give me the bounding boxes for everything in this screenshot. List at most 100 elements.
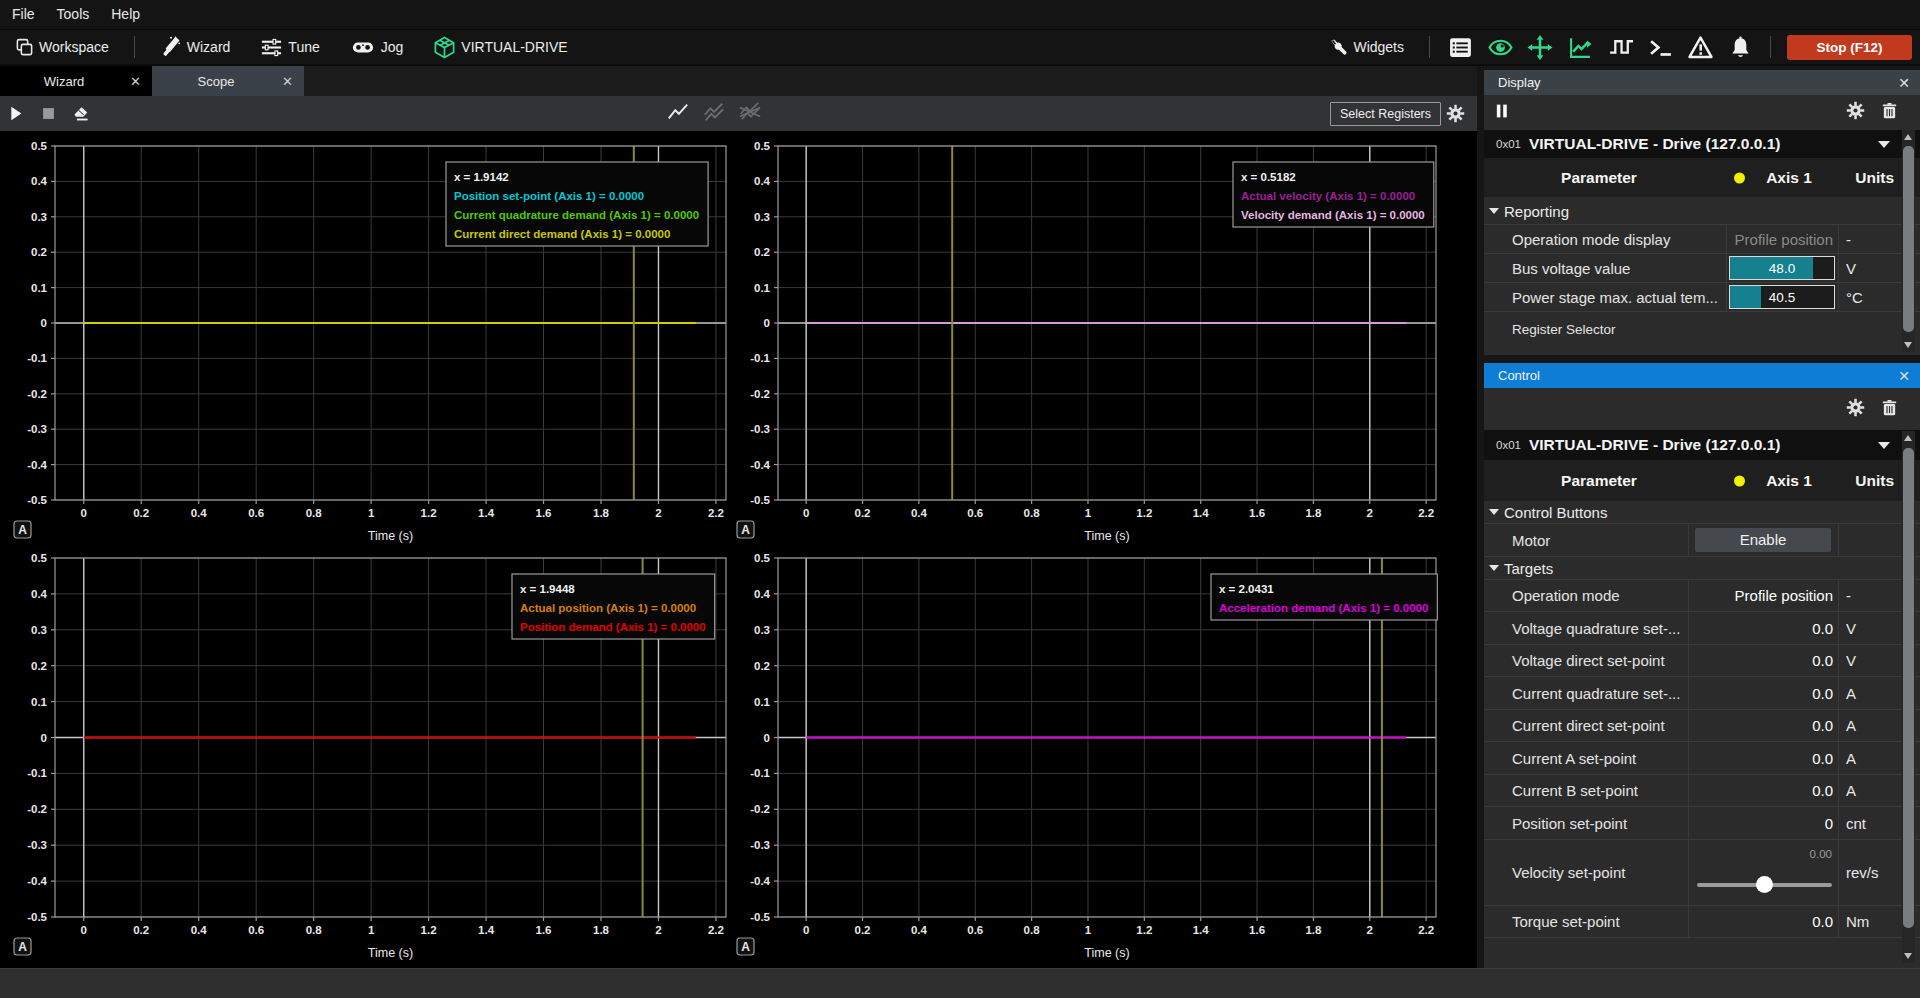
x-tick-label: 2 — [655, 507, 661, 519]
panel-trash-button[interactable] — [1881, 101, 1898, 124]
row-value[interactable]: 0.0 — [1812, 684, 1833, 701]
x-tick-label: 2.2 — [1418, 507, 1434, 519]
scrollbar-down-arrow[interactable] — [1904, 953, 1912, 959]
menu-item-file[interactable]: File — [1, 0, 46, 29]
scrollbar-up-arrow[interactable] — [1904, 134, 1912, 140]
value-bar: 48.0 — [1729, 256, 1835, 280]
scope-mode-double-curve-icon[interactable] — [702, 101, 726, 127]
toolbar-divider — [1429, 36, 1430, 58]
collapse-caret-icon[interactable] — [1489, 509, 1499, 515]
plot-tooltip: x = 0.5182Actual velocity (Axis 1) = 0.0… — [1233, 162, 1434, 227]
toolbar-button-terminal-icon[interactable] — [1640, 30, 1680, 64]
y-tick-label: -0.4 — [27, 875, 47, 887]
autoscale-button[interactable]: A — [737, 521, 754, 538]
toolbar-item-tune[interactable]: Tune — [245, 30, 334, 64]
column-divider — [1838, 580, 1839, 612]
tooltip-line: Position set-point (Axis 1) = 0.0000 — [454, 190, 644, 202]
toolbar-button-table-list-icon[interactable] — [1440, 30, 1480, 64]
row-value[interactable]: 0.0 — [1812, 717, 1833, 734]
row-value[interactable]: 0.0 — [1812, 782, 1833, 799]
device-id: 0x01 — [1496, 439, 1521, 451]
toolbar-item-widgets[interactable]: Widgets — [1314, 30, 1419, 64]
row-value[interactable]: 0.0 — [1812, 652, 1833, 669]
slider-track[interactable] — [1697, 883, 1832, 887]
panel-scrollbar[interactable] — [1902, 431, 1915, 963]
device-selector[interactable]: 0x01VIRTUAL-DRIVE - Drive (127.0.0.1) — [1484, 130, 1920, 158]
trash-icon — [1881, 101, 1898, 120]
x-tick-label: 1.6 — [536, 507, 552, 519]
y-tick-label: 0.4 — [31, 588, 48, 600]
toolbar-item-wizard[interactable]: Wizard — [145, 30, 246, 64]
x-tick-label: 0.8 — [1024, 507, 1041, 519]
y-tick-label: 0.3 — [754, 211, 770, 223]
tab-wizard[interactable]: Wizard✕ — [0, 66, 152, 96]
value-bar-text: 40.5 — [1730, 286, 1834, 308]
autoscale-button[interactable]: A — [14, 521, 31, 538]
scope-settings-gear-icon[interactable] — [1439, 96, 1471, 131]
row-label[interactable]: Register Selector — [1512, 322, 1616, 337]
toolbar-button-chart-line-icon[interactable] — [1560, 30, 1600, 64]
x-tick-label: 1.8 — [593, 507, 610, 519]
value-bar-text: 48.0 — [1730, 257, 1834, 279]
enable-button[interactable]: Enable — [1695, 528, 1831, 552]
column-divider — [1688, 580, 1689, 612]
tab-scope[interactable]: Scope✕ — [152, 66, 304, 96]
scrollbar-thumb[interactable] — [1903, 448, 1914, 928]
x-tick-label: 1 — [368, 507, 375, 519]
x-tick-label: 0.8 — [306, 507, 323, 519]
x-tick-label: 0.6 — [248, 924, 264, 936]
toolbar-item-workspace[interactable]: Workspace — [0, 30, 124, 64]
column-divider — [1838, 612, 1839, 644]
scope-mode-single-curve-icon[interactable] — [666, 101, 690, 127]
slider-knob[interactable] — [1756, 876, 1773, 893]
scope-play-button[interactable] — [0, 96, 32, 131]
panel-close-icon[interactable]: ✕ — [1898, 369, 1910, 383]
collapse-caret-icon[interactable] — [1489, 208, 1499, 214]
row-value[interactable]: 0.0 — [1812, 913, 1833, 930]
panel-trash-button[interactable] — [1881, 398, 1898, 421]
scope-clear-button[interactable] — [64, 96, 96, 131]
plot-tooltip: x = 2.0431Acceleration demand (Axis 1) =… — [1211, 574, 1437, 620]
row-current-b-set-point: Current B set-pointA0.0 — [1484, 775, 1920, 808]
tooltip-line: Current direct demand (Axis 1) = 0.0000 — [454, 228, 670, 240]
scope-mode-multi-curve-icon[interactable] — [738, 101, 762, 127]
scrollbar-thumb[interactable] — [1903, 146, 1914, 332]
trash-icon — [1881, 398, 1898, 417]
scope-stop-button[interactable] — [32, 96, 64, 131]
toolbar-button-square-wave-icon[interactable] — [1600, 30, 1640, 64]
scrollbar-up-arrow[interactable] — [1904, 435, 1912, 441]
collapse-caret-icon[interactable] — [1489, 565, 1499, 571]
row-value[interactable]: 0.0 — [1812, 749, 1833, 766]
menu-item-tools[interactable]: Tools — [46, 0, 101, 29]
y-tick-label: 0 — [764, 317, 770, 329]
toolbar-item-jog[interactable]: Jog — [335, 30, 419, 64]
menu-item-help[interactable]: Help — [100, 0, 151, 29]
row-label: Torque set-point — [1512, 913, 1620, 930]
toolbar-button-eye-icon[interactable] — [1480, 30, 1520, 64]
autoscale-button[interactable]: A — [14, 938, 31, 955]
toolbar-button-bell-icon[interactable] — [1720, 30, 1760, 64]
tab-close-icon[interactable]: ✕ — [282, 74, 293, 89]
tab-close-icon[interactable]: ✕ — [130, 74, 141, 89]
stop-button[interactable]: Stop (F12) — [1787, 35, 1912, 60]
autoscale-button[interactable]: A — [737, 938, 754, 955]
toolbar-button-warning-icon[interactable] — [1680, 30, 1720, 64]
toolbar-item-virtual-drive[interactable]: VIRTUAL-DRIVE — [418, 30, 582, 64]
panel-pause-button[interactable] — [1494, 102, 1511, 124]
row-value[interactable]: 0 — [1825, 814, 1833, 831]
x-tick-label: 0 — [803, 507, 809, 519]
panel-close-icon[interactable]: ✕ — [1898, 76, 1910, 90]
row-value[interactable]: 0.0 — [1812, 619, 1833, 636]
panel-scrollbar[interactable] — [1902, 130, 1915, 352]
panel-gear-button[interactable] — [1846, 101, 1865, 124]
toolbar-button-move-arrows-icon[interactable] — [1520, 30, 1560, 64]
device-name: VIRTUAL-DRIVE - Drive (127.0.0.1) — [1529, 436, 1781, 454]
device-selector[interactable]: 0x01 VIRTUAL-DRIVE - Drive (127.0.0.1) — [1484, 430, 1920, 460]
y-tick-label: 0.3 — [754, 624, 770, 636]
select-registers-button[interactable]: Select Registers — [1330, 102, 1441, 126]
panel-toolbar — [1484, 95, 1920, 130]
scrollbar-down-arrow[interactable] — [1904, 342, 1912, 348]
x-tick-label: 0.6 — [248, 507, 264, 519]
tooltip-line: x = 0.5182 — [1241, 171, 1296, 183]
panel-gear-button[interactable] — [1846, 398, 1865, 421]
